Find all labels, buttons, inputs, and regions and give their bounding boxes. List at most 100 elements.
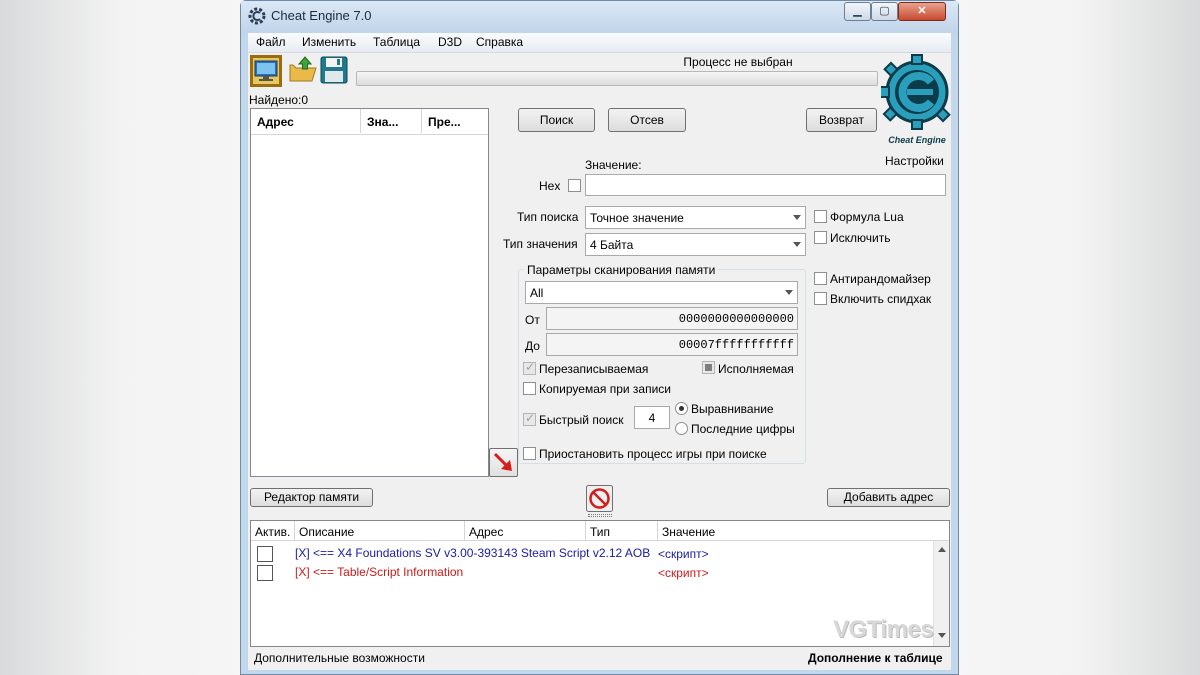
menu-bar: Файл Изменить Таблица D3D Справка (248, 33, 951, 53)
save-table-button[interactable] (319, 55, 351, 87)
column-value[interactable]: Зна... (361, 109, 422, 133)
start-address-input[interactable]: 0000000000000000 (546, 307, 798, 330)
red-arrow-icon (493, 452, 512, 471)
lua-formula-label: Формула Lua (830, 210, 904, 224)
column-address[interactable]: Адрес (465, 521, 586, 541)
scan-value-input[interactable] (585, 174, 946, 196)
executable-label: Исполняемая (718, 362, 794, 376)
table-row[interactable]: [X] <== X4 Foundations SV v3.00-393143 S… (251, 543, 931, 562)
scan-type-value: Точное значение (590, 211, 684, 225)
undo-scan-button[interactable]: Возврат (806, 108, 877, 132)
logo-text: Cheat Engine (888, 135, 946, 145)
speedhack-label: Включить спидхак (830, 292, 932, 306)
found-count: Найдено:0 (249, 93, 309, 107)
minimize-button[interactable]: ▁ (844, 2, 871, 21)
active-checkbox[interactable] (257, 565, 273, 581)
column-address[interactable]: Адрес (251, 109, 361, 133)
scan-type-label: Тип поиска (517, 210, 579, 224)
fast-scan-checkbox[interactable] (523, 411, 536, 426)
menu-d3d[interactable]: D3D (438, 35, 462, 49)
memory-scan-options-title: Параметры сканирования памяти (524, 263, 719, 277)
panel-splitter[interactable] (588, 514, 612, 517)
table-extras-link[interactable]: Дополнение к таблице (808, 651, 943, 665)
cheat-table-header: Актив. Описание Адрес Тип Значение (251, 521, 949, 541)
cheat-engine-logo[interactable]: Cheat Engine (881, 52, 953, 148)
add-address-manually-button[interactable]: Добавить адрес (827, 488, 950, 507)
fast-scan-label: Быстрый поиск (539, 413, 624, 427)
close-button[interactable]: ✕ (898, 2, 946, 21)
next-scan-button[interactable]: Отсев (608, 108, 686, 132)
not-label: Исключить (830, 231, 891, 245)
table-row[interactable]: [X] <== Table/Script Information <скрипт… (251, 562, 931, 581)
scroll-up-icon[interactable] (938, 547, 946, 552)
value-type-select[interactable]: 4 Байта (585, 233, 806, 256)
copy-on-write-checkbox[interactable] (523, 382, 536, 395)
select-process-button[interactable] (250, 55, 282, 87)
row-description: [X] <== X4 Foundations SV v3.00-393143 S… (295, 546, 651, 560)
menu-help[interactable]: Справка (476, 35, 523, 49)
writable-checkbox[interactable] (523, 360, 536, 375)
menu-edit[interactable]: Изменить (302, 35, 356, 49)
advanced-options-link[interactable]: Дополнительные возможности (254, 651, 425, 665)
process-label: Процесс не выбран (683, 55, 793, 69)
title-bar[interactable]: Cheat Engine 7.0 ▁ ▢ ✕ (241, 1, 958, 33)
pause-game-checkbox[interactable] (523, 447, 536, 460)
value-type-value: 4 Байта (590, 238, 634, 252)
cheat-engine-icon (248, 7, 266, 25)
scan-type-select[interactable]: Точное значение (585, 206, 806, 229)
executable-checkbox[interactable] (702, 361, 715, 374)
column-value[interactable]: Значение (658, 521, 933, 541)
chevron-down-icon (793, 215, 801, 220)
fast-scan-alignment-input[interactable]: 4 (634, 406, 670, 429)
stop-address-label: До (525, 339, 540, 353)
found-list-header: Адрес Зна... Пре... (251, 109, 488, 135)
first-scan-button[interactable]: Поиск (518, 108, 595, 132)
chevron-down-icon (793, 242, 801, 247)
window-title: Cheat Engine 7.0 (271, 8, 372, 23)
memory-region-value: All (530, 286, 544, 300)
row-description: [X] <== Table/Script Information (295, 565, 464, 579)
last-digits-radio[interactable] (675, 422, 688, 435)
settings-link[interactable]: Настройки (885, 154, 944, 168)
unrandomizer-checkbox[interactable] (814, 272, 827, 285)
alignment-label: Выравнивание (691, 402, 774, 416)
stop-icon[interactable] (586, 485, 613, 512)
stop-address-input[interactable]: 00007fffffffffff (546, 333, 798, 356)
column-previous[interactable]: Пре... (422, 109, 488, 133)
maximize-button[interactable]: ▢ (871, 2, 898, 21)
writable-label: Перезаписываемая (539, 362, 649, 376)
pause-game-label: Приостановить процесс игры при поиске (539, 447, 767, 461)
value-label: Значение: (585, 158, 642, 172)
alignment-radio[interactable] (675, 402, 688, 415)
scroll-down-icon[interactable] (938, 633, 946, 638)
menu-table[interactable]: Таблица (373, 35, 420, 49)
not-checkbox[interactable] (814, 231, 827, 244)
monitor-icon (254, 60, 278, 81)
chevron-down-icon (785, 290, 793, 295)
active-checkbox[interactable] (257, 546, 273, 562)
hex-label: Hex (539, 179, 561, 193)
column-type[interactable]: Тип (586, 521, 658, 541)
open-table-button[interactable] (288, 55, 320, 87)
copy-on-write-label: Копируемая при записи (539, 382, 671, 396)
value-type-label: Тип значения (503, 237, 578, 251)
unrandomizer-label: Антирандомайзер (830, 272, 931, 286)
lua-formula-checkbox[interactable] (814, 210, 827, 223)
scan-progress-bar (356, 71, 878, 86)
row-value: <скрипт> (658, 547, 709, 561)
vertical-scrollbar[interactable] (933, 541, 949, 646)
column-active[interactable]: Актив. (251, 521, 295, 541)
column-description[interactable]: Описание (295, 521, 465, 541)
last-digits-label: Последние цифры (691, 422, 795, 436)
floppy-save-icon (320, 56, 348, 84)
add-selected-to-table-button[interactable] (489, 448, 518, 477)
memory-region-select[interactable]: All (525, 281, 798, 304)
memory-view-button[interactable]: Редактор памяти (250, 488, 373, 507)
found-address-list[interactable]: Адрес Зна... Пре... (250, 108, 489, 477)
speedhack-checkbox[interactable] (814, 292, 827, 305)
watermark: VGTimes (833, 616, 934, 643)
start-address-label: От (525, 313, 540, 327)
menu-file[interactable]: Файл (256, 35, 286, 49)
client-area: Файл Изменить Таблица D3D Справка Процес… (248, 33, 951, 670)
hex-checkbox[interactable] (568, 179, 581, 192)
